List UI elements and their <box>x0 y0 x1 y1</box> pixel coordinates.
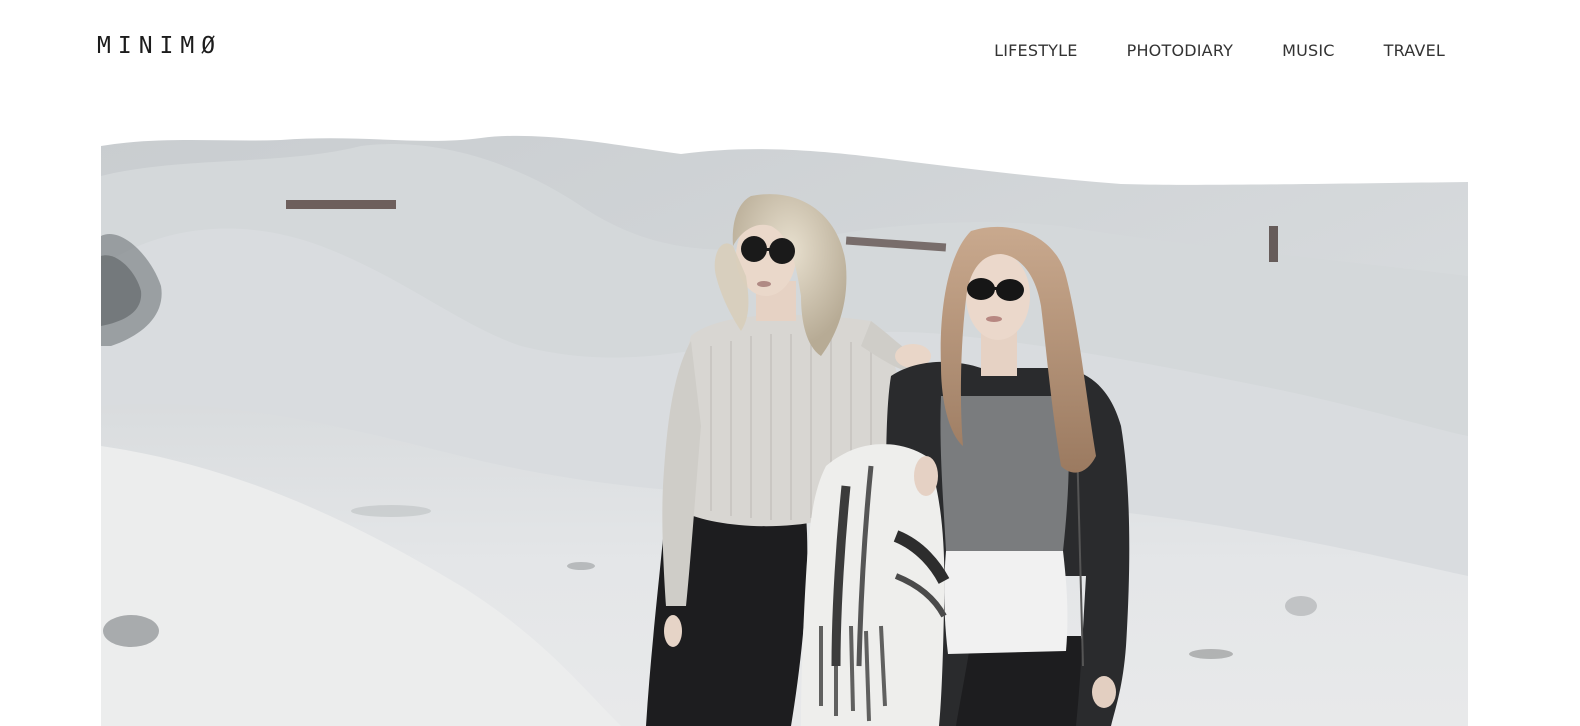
hero-photo[interactable] <box>101 106 1468 726</box>
hero-photo-illustration <box>101 106 1468 726</box>
page: MINIMØ LIFESTYLE PHOTODIARY MUSIC TRAVEL <box>0 0 1580 726</box>
blanket <box>801 444 950 726</box>
site-header: MINIMØ LIFESTYLE PHOTODIARY MUSIC TRAVEL <box>0 0 1580 106</box>
main-nav: LIFESTYLE PHOTODIARY MUSIC TRAVEL <box>994 40 1445 62</box>
nav-item-photodiary[interactable]: PHOTODIARY <box>1127 40 1234 62</box>
nav-item-travel[interactable]: TRAVEL <box>1384 40 1445 62</box>
site-logo[interactable]: MINIMØ <box>97 35 222 58</box>
nav-item-music[interactable]: MUSIC <box>1282 40 1335 62</box>
nav-item-lifestyle[interactable]: LIFESTYLE <box>994 40 1077 62</box>
